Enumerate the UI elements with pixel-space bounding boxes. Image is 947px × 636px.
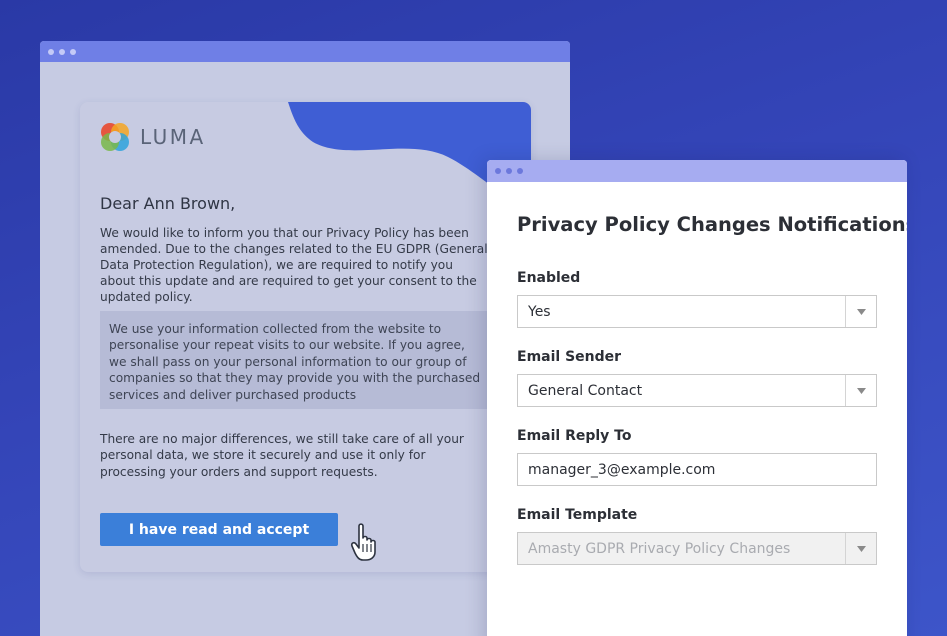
email-card: LUMA Dear Ann Brown, We would like to in… [80,102,531,572]
email-paragraph-intro: We would like to inform you that our Pri… [100,226,488,304]
window-dot-icon [59,48,65,55]
window-dot-icon [495,168,501,174]
email-reply-to-input[interactable]: manager_3@example.com [517,453,877,486]
chevron-down-icon[interactable] [845,296,876,327]
email-greeting: Dear Ann Brown, [100,194,236,213]
email-template-label: Email Template [517,507,638,523]
email-window-titlebar [40,41,570,62]
enabled-select[interactable]: Yes [517,295,877,328]
luma-logo: LUMA [99,121,206,153]
enabled-select-value: Yes [528,303,551,320]
hand-pointer-icon [351,523,376,561]
window-dot-icon [517,168,523,174]
settings-window-titlebar [487,160,907,182]
window-dot-icon [70,48,76,55]
email-policy-quote: We use your information collected from t… [100,311,490,409]
logo-text: LUMA [140,125,206,149]
window-dot-icon [506,168,512,174]
email-sender-select[interactable]: General Contact [517,374,877,407]
chevron-down-icon [845,533,876,564]
accept-button[interactable]: I have read and accept [100,513,338,546]
enabled-label: Enabled [517,270,581,286]
email-sender-label: Email Sender [517,349,622,365]
settings-window: Privacy Policy Changes Notifications Ena… [487,160,907,636]
email-template-select: Amasty GDPR Privacy Policy Changes [517,532,877,565]
panel-title: Privacy Policy Changes Notifications [517,213,907,236]
email-paragraph-closing: There are no major differences, we still… [100,432,464,479]
email-sender-select-value: General Contact [528,382,643,399]
chevron-down-icon[interactable] [845,375,876,406]
email-reply-to-label: Email Reply To [517,428,632,444]
email-template-select-value: Amasty GDPR Privacy Policy Changes [528,540,791,557]
window-dot-icon [48,48,54,55]
luma-logo-icon [101,123,129,151]
